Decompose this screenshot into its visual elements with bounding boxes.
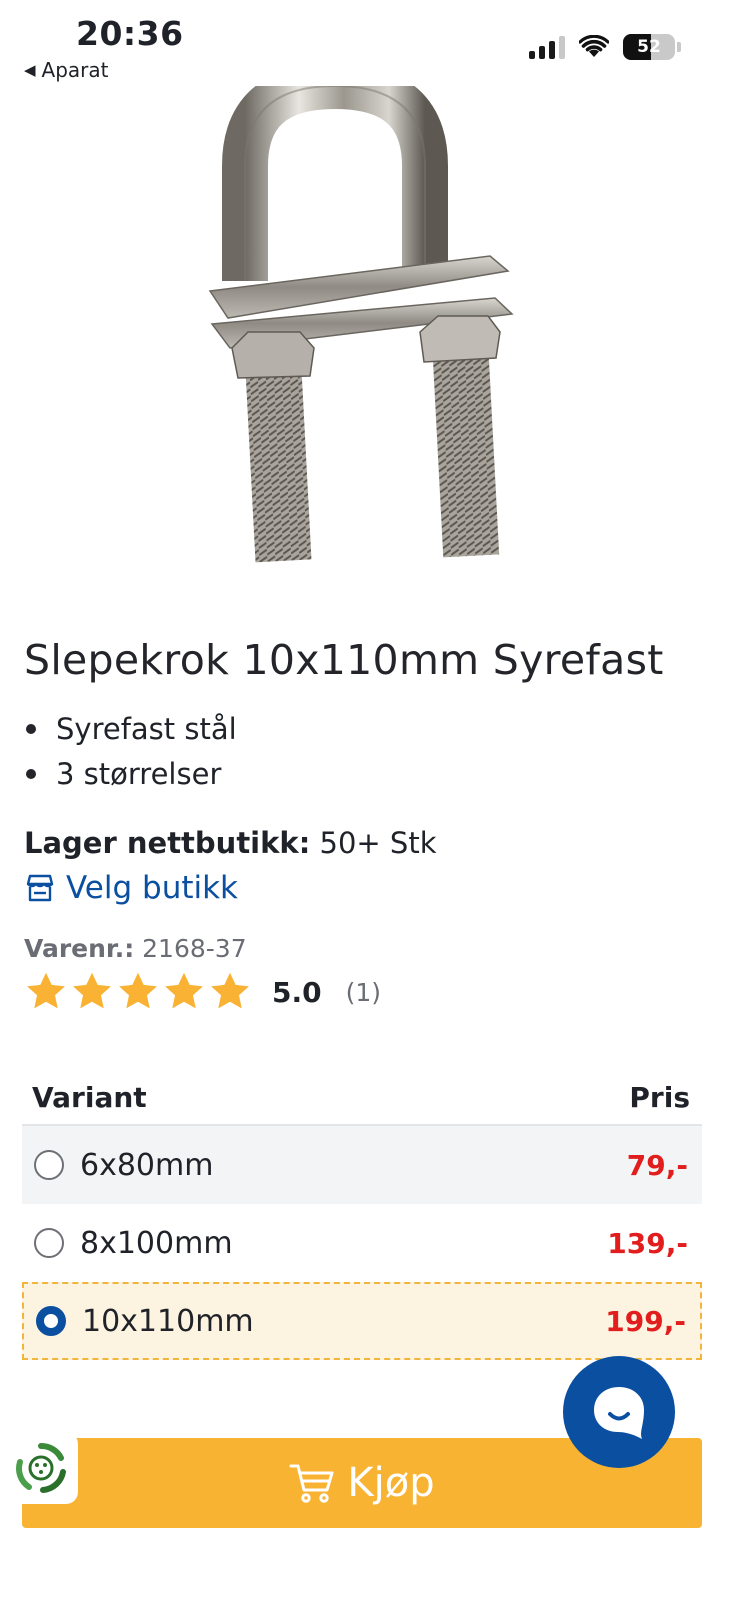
cellular-signal-icon: [529, 35, 565, 59]
variant-row[interactable]: 8x100mm 139,-: [22, 1204, 702, 1282]
feature-item: 3 størrelser: [24, 751, 237, 796]
star-icon: [73, 972, 111, 1009]
battery-icon: 52: [623, 34, 675, 60]
stock-label: Lager nettbutikk:: [24, 826, 311, 860]
buy-label: Kjøp: [347, 1460, 435, 1506]
rating-value: 5.0: [272, 975, 322, 1009]
recycle-icon: [16, 1443, 66, 1493]
star-icon: [27, 972, 65, 1009]
variant-radio[interactable]: [34, 1228, 64, 1258]
star-icon: [165, 972, 203, 1009]
clock: 20:36: [76, 14, 184, 53]
price-column-header: Pris: [629, 1080, 690, 1114]
rating[interactable]: 5.0 (1): [24, 970, 381, 1014]
product-image: [208, 86, 514, 563]
star-icon: [119, 972, 157, 1009]
stock-info: Lager nettbutikk: 50+ Stk: [24, 826, 437, 860]
status-bar: 20:36 ◀ Aparat 52: [0, 0, 739, 90]
product-title: Slepekrok 10x110mm Syrefast: [24, 636, 664, 684]
store-icon: [26, 874, 54, 902]
cart-icon: [289, 1464, 334, 1503]
chat-button[interactable]: [563, 1356, 675, 1468]
chat-icon: [594, 1387, 644, 1439]
feature-item: Syrefast stål: [24, 706, 237, 751]
rating-count: (1): [345, 977, 382, 1007]
feature-list: Syrefast stål 3 størrelser: [24, 706, 237, 796]
variant-row[interactable]: 6x80mm 79,-: [22, 1126, 702, 1204]
sku: Varenr.: 2168-37: [24, 934, 247, 963]
variant-price: 139,-: [607, 1226, 688, 1260]
back-to-app-link[interactable]: ◀ Aparat: [24, 58, 109, 82]
sku-value: 2168-37: [142, 934, 247, 963]
variant-price: 79,-: [626, 1148, 688, 1182]
recycle-badge[interactable]: [4, 1432, 78, 1504]
star-icon: [211, 972, 249, 1009]
choose-store-label: Velg butikk: [66, 870, 239, 906]
variant-name: 8x100mm: [80, 1225, 233, 1261]
wifi-icon: [579, 35, 609, 57]
rating-stars: [24, 970, 252, 1014]
variant-price: 199,-: [605, 1304, 686, 1338]
sku-label: Varenr.:: [24, 934, 135, 963]
variant-table: Variant Pris 6x80mm 79,- 8x100mm 139,- 1…: [22, 1070, 702, 1360]
choose-store-link[interactable]: Velg butikk: [24, 870, 238, 906]
variant-row-selected[interactable]: 10x110mm 199,-: [22, 1282, 702, 1360]
variant-name: 10x110mm: [82, 1303, 254, 1339]
status-icons: 52: [529, 34, 681, 60]
variant-table-header: Variant Pris: [22, 1070, 702, 1126]
stock-value: 50+ Stk: [319, 826, 437, 860]
back-arrow-icon: ◀: [24, 61, 36, 79]
variant-radio[interactable]: [34, 1150, 64, 1180]
back-label: Aparat: [41, 58, 109, 82]
variant-radio-selected[interactable]: [36, 1306, 66, 1336]
battery-level: 52: [637, 37, 661, 57]
variant-column-header: Variant: [32, 1080, 147, 1114]
variant-name: 6x80mm: [80, 1147, 214, 1183]
